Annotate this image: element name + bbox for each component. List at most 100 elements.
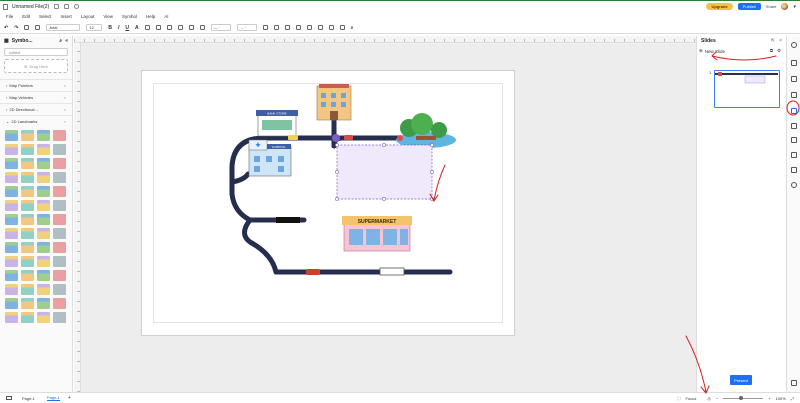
road-lower-curve[interactable]	[242, 217, 279, 275]
text-box-icon[interactable]	[166, 25, 172, 30]
landmark-symbol[interactable]	[53, 200, 66, 211]
landmark-symbol[interactable]	[5, 144, 18, 155]
landmark-symbol[interactable]	[53, 228, 66, 239]
landmark-symbol[interactable]	[21, 158, 34, 169]
line-color-icon[interactable]	[188, 25, 194, 30]
menu-help[interactable]: Help	[146, 14, 155, 19]
search-icon[interactable]: ⌕	[351, 25, 354, 31]
landmark-symbol[interactable]	[53, 284, 66, 295]
zoom-level[interactable]: 100%	[776, 396, 786, 401]
park-landmark[interactable]	[396, 113, 456, 148]
data-icon[interactable]	[791, 137, 797, 143]
landmark-symbol[interactable]	[5, 186, 18, 197]
menu-insert[interactable]: Insert	[61, 14, 72, 19]
add-icon[interactable]: ⊕	[699, 48, 703, 54]
landmark-symbol[interactable]	[53, 270, 66, 281]
zoom-slider[interactable]	[723, 395, 764, 400]
history-icon[interactable]	[791, 182, 797, 188]
italic-icon[interactable]: I	[118, 25, 119, 31]
menu-symbol[interactable]: Symbol	[122, 14, 137, 19]
page-selector[interactable]: Page-1	[22, 396, 35, 401]
slide-thumbnail[interactable]	[714, 70, 781, 108]
landmark-symbol[interactable]	[21, 200, 34, 211]
table-icon[interactable]	[791, 123, 797, 129]
collapse-icon[interactable]: «	[65, 38, 68, 44]
landmark-symbol[interactable]	[5, 312, 18, 323]
landmark-symbol[interactable]	[53, 144, 66, 155]
publish-button[interactable]: Publish	[737, 3, 761, 10]
upgrade-button[interactable]: Upgrade	[706, 3, 733, 10]
landmark-symbol[interactable]	[5, 228, 18, 239]
landmark-symbol[interactable]	[21, 270, 34, 281]
landmark-symbol[interactable]	[53, 158, 66, 169]
focus-icon[interactable]: ⛶	[678, 396, 681, 401]
comment-icon[interactable]	[791, 152, 797, 158]
landmark-symbol[interactable]	[5, 242, 18, 253]
library-building[interactable]	[316, 84, 352, 121]
collect-input[interactable]: collect	[4, 48, 68, 56]
landmark-symbol[interactable]	[5, 172, 18, 183]
landmark-symbol[interactable]	[5, 130, 18, 141]
star-icon[interactable]	[74, 4, 80, 9]
menu-layout[interactable]: Layout	[81, 14, 95, 19]
landmark-symbol[interactable]	[21, 242, 34, 253]
page-view-icon[interactable]	[6, 396, 12, 400]
zoom-slider-knob[interactable]	[739, 395, 744, 400]
landmark-symbol[interactable]	[5, 298, 18, 309]
close-icon[interactable]: ×	[779, 38, 782, 44]
export-icon[interactable]: ⧉	[770, 48, 773, 54]
save-icon[interactable]	[54, 4, 60, 9]
landmark-symbol[interactable]	[37, 186, 50, 197]
line-style-select[interactable]: — ·	[210, 24, 231, 31]
landmark-symbol[interactable]	[21, 172, 34, 183]
map-diagram[interactable]: BANK STORE ✚ HOSPITAL SUPERMARKET	[154, 84, 504, 324]
underline-icon[interactable]: U	[125, 25, 129, 31]
zoom-out-icon[interactable]: −	[716, 396, 718, 401]
landmark-symbol[interactable]	[37, 228, 50, 239]
landmark-symbol[interactable]	[37, 270, 50, 281]
close-icon[interactable]: ×	[64, 107, 66, 112]
page-icon[interactable]	[791, 76, 797, 82]
zoom-fit-icon[interactable]: ◎	[707, 396, 711, 401]
car-vehicle[interactable]	[344, 135, 353, 140]
drag-here-area[interactable]: ⊕ Drag Here	[4, 59, 68, 73]
landmark-symbol[interactable]	[21, 228, 34, 239]
landmark-symbol[interactable]	[37, 298, 50, 309]
landmark-symbol[interactable]	[37, 130, 50, 141]
landmark-symbol[interactable]	[5, 214, 18, 225]
supermarket-building[interactable]: SUPERMARKET	[342, 216, 412, 252]
font-family-select[interactable]: Arial	[46, 24, 81, 31]
landmark-symbol[interactable]	[5, 158, 18, 169]
section-map-pointers[interactable]: › Map Pointers ×	[0, 79, 72, 91]
document-title[interactable]: Unnamed File(2)	[12, 4, 49, 10]
landmark-symbol[interactable]	[53, 172, 66, 183]
landmark-symbol[interactable]	[37, 214, 50, 225]
red-car-vehicle[interactable]	[306, 269, 320, 275]
more-icon[interactable]: ▾	[793, 4, 796, 10]
landmark-symbol[interactable]	[53, 256, 66, 267]
landmark-symbol[interactable]	[37, 200, 50, 211]
layers-icon[interactable]	[791, 92, 797, 98]
line-spacing-icon[interactable]	[155, 25, 161, 30]
landmark-symbol[interactable]	[37, 256, 50, 267]
table-icon[interactable]	[317, 25, 323, 30]
zoom-in-icon[interactable]: +	[768, 396, 770, 401]
landmark-symbol[interactable]	[5, 200, 18, 211]
font-color-icon[interactable]: A	[135, 25, 139, 31]
lock-icon[interactable]	[306, 25, 312, 30]
bold-icon[interactable]: B	[108, 25, 112, 31]
bank-store-building[interactable]: BANK STORE	[256, 110, 298, 137]
landmark-symbol[interactable]	[37, 312, 50, 323]
expand-icon[interactable]	[791, 167, 797, 173]
landmark-symbol[interactable]	[5, 270, 18, 281]
connector-icon[interactable]	[199, 25, 205, 30]
section-2d-landmarks[interactable]: ⌄ 2D Landmarks ×	[0, 115, 72, 127]
section-map-vehicles[interactable]: › Map Vehicles ×	[0, 91, 72, 103]
landmark-symbol[interactable]	[21, 144, 34, 155]
menu-edit[interactable]: Edit	[22, 14, 30, 19]
style-icon[interactable]	[791, 42, 797, 48]
location-pin-marker[interactable]	[332, 134, 340, 142]
menu-ai[interactable]: AI	[164, 14, 168, 19]
page-tab[interactable]: Page-1	[46, 395, 60, 401]
landmark-symbol[interactable]	[53, 214, 66, 225]
